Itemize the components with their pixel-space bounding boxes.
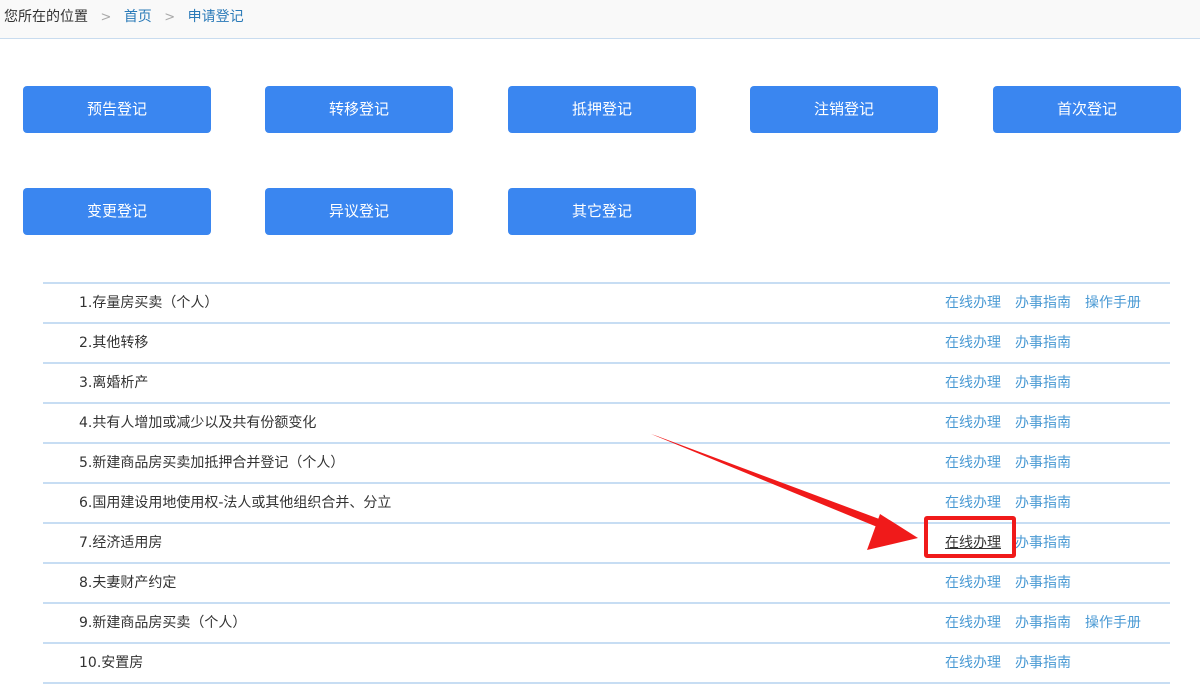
online-handle-link-highlighted[interactable]: 在线办理: [945, 524, 1001, 562]
list-item: 9.新建商品房买卖（个人） 在线办理 办事指南 操作手册: [43, 604, 1170, 644]
registration-item-list: 1.存量房买卖（个人） 在线办理 办事指南 操作手册 2.其他转移 在线办理 办…: [43, 282, 1170, 684]
manual-link[interactable]: 操作手册: [1085, 284, 1141, 322]
guide-link[interactable]: 办事指南: [1015, 564, 1071, 602]
breadcrumb-separator: >: [164, 10, 176, 25]
list-item-title: 2.其他转移: [79, 335, 149, 351]
list-item-title: 5.新建商品房买卖加抵押合并登记（个人）: [79, 455, 345, 471]
list-item-title: 3.离婚析产: [79, 375, 149, 391]
breadcrumb-prefix: 您所在的位置: [4, 9, 88, 25]
list-item: 8.夫妻财产约定 在线办理 办事指南: [43, 564, 1170, 604]
list-item: 10.安置房 在线办理 办事指南: [43, 644, 1170, 684]
list-item-title: 9.新建商品房买卖（个人）: [79, 615, 247, 631]
list-item-title: 1.存量房买卖（个人）: [79, 295, 219, 311]
list-item-title: 7.经济适用房: [79, 535, 163, 551]
registration-button-transfer[interactable]: 转移登记: [265, 86, 453, 133]
guide-link[interactable]: 办事指南: [1015, 444, 1071, 482]
registration-button-cancel[interactable]: 注销登记: [750, 86, 938, 133]
online-handle-link[interactable]: 在线办理: [945, 444, 1001, 482]
registration-button-first[interactable]: 首次登记: [993, 86, 1181, 133]
guide-link[interactable]: 办事指南: [1015, 524, 1071, 562]
online-handle-link[interactable]: 在线办理: [945, 484, 1001, 522]
guide-link[interactable]: 办事指南: [1015, 364, 1071, 402]
breadcrumb: 您所在的位置 > 首页 > 申请登记: [0, 0, 1200, 39]
guide-link[interactable]: 办事指南: [1015, 404, 1071, 442]
registration-button-advance[interactable]: 预告登记: [23, 86, 211, 133]
online-handle-link[interactable]: 在线办理: [945, 364, 1001, 402]
registration-button-change[interactable]: 变更登记: [23, 188, 211, 235]
list-item: 4.共有人增加或减少以及共有份额变化 在线办理 办事指南: [43, 404, 1170, 444]
list-item-title: 6.国用建设用地使用权-法人或其他组织合并、分立: [79, 495, 392, 511]
list-item-title: 8.夫妻财产约定: [79, 575, 177, 591]
breadcrumb-home-link[interactable]: 首页: [124, 9, 152, 25]
online-handle-link[interactable]: 在线办理: [945, 284, 1001, 322]
breadcrumb-current-link[interactable]: 申请登记: [188, 9, 244, 25]
list-item: 3.离婚析产 在线办理 办事指南: [43, 364, 1170, 404]
guide-link[interactable]: 办事指南: [1015, 484, 1071, 522]
list-item: 1.存量房买卖（个人） 在线办理 办事指南 操作手册: [43, 284, 1170, 324]
online-handle-link[interactable]: 在线办理: [945, 564, 1001, 602]
online-handle-link[interactable]: 在线办理: [945, 324, 1001, 362]
list-item: 7.经济适用房 在线办理 办事指南: [43, 524, 1170, 564]
list-item: 5.新建商品房买卖加抵押合并登记（个人） 在线办理 办事指南: [43, 444, 1170, 484]
list-item-title: 10.安置房: [79, 655, 144, 671]
registration-button-other[interactable]: 其它登记: [508, 188, 696, 235]
online-handle-link[interactable]: 在线办理: [945, 404, 1001, 442]
online-handle-link[interactable]: 在线办理: [945, 604, 1001, 642]
manual-link[interactable]: 操作手册: [1085, 604, 1141, 642]
guide-link[interactable]: 办事指南: [1015, 324, 1071, 362]
online-handle-link[interactable]: 在线办理: [945, 644, 1001, 682]
guide-link[interactable]: 办事指南: [1015, 604, 1071, 642]
registration-button-mortgage[interactable]: 抵押登记: [508, 86, 696, 133]
guide-link[interactable]: 办事指南: [1015, 284, 1071, 322]
guide-link[interactable]: 办事指南: [1015, 644, 1071, 682]
breadcrumb-separator: >: [100, 10, 112, 25]
registration-button-objection[interactable]: 异议登记: [265, 188, 453, 235]
list-item: 6.国用建设用地使用权-法人或其他组织合并、分立 在线办理 办事指南: [43, 484, 1170, 524]
list-item: 2.其他转移 在线办理 办事指南: [43, 324, 1170, 364]
list-item-title: 4.共有人增加或减少以及共有份额变化: [79, 415, 317, 431]
